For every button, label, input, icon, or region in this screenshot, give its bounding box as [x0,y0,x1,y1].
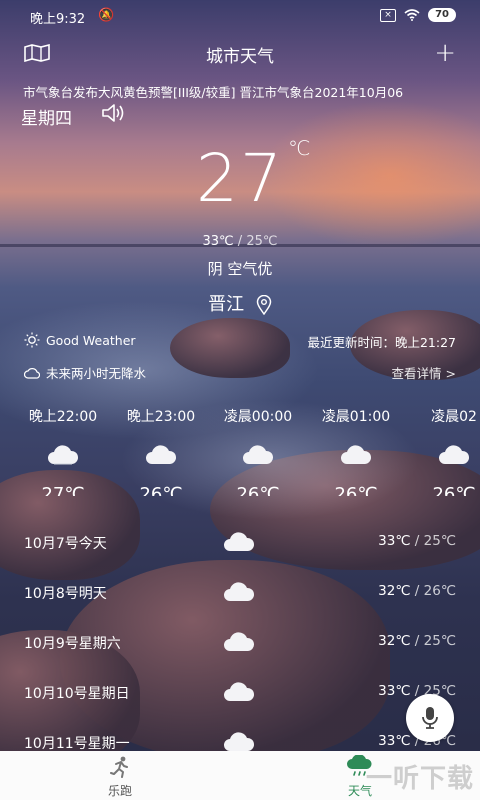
cloud-icon [224,582,255,601]
day-temp-range: 32℃ / 25℃ [378,633,456,649]
hour-temp: 26℃ [432,484,476,496]
cloud-icon [439,445,470,464]
day-low: 25℃ [423,533,456,549]
cloud-icon [224,732,255,751]
wifi-icon [404,9,420,21]
hourly-item: 凌晨00:00 26℃ [209,406,307,496]
mute-icon: 🔕 [98,8,115,23]
current-temperature: 27 ℃ [0,136,480,217]
temperature-value: 27 [196,140,284,217]
status-time: 晚上9:32 [30,12,86,27]
hour-temp: 26℃ [334,484,378,496]
day-high: 33℃ [378,733,411,749]
day-low: 26℃ [423,583,456,599]
today-temp-range: 33℃ / 25℃ [0,234,480,249]
location-pin-icon [256,294,272,316]
hourly-item: 晚上22:00 27℃ [14,406,112,496]
daily-row[interactable]: 10月9号星期六 32℃ / 25℃ [0,632,480,657]
range-separator: / [410,583,424,599]
runner-icon [110,756,128,778]
sun-icon [24,332,40,348]
weather-screen: 晚上9:32 🔕 × 70 城市天气 + 市气象台发布大风黄色预警[III级/较… [0,0,480,800]
hour-time: 晚上22:00 [28,409,98,425]
hourly-item: 凌晨02 26℃ [405,406,480,496]
day-temp-range: 32℃ / 26℃ [378,583,456,599]
temperature-unit: ℃ [288,136,313,160]
rain-forecast-text: 未来两小时无降水 [46,366,147,381]
sim-icon: × [380,8,397,22]
site-watermark: 一听下载 [365,764,474,794]
status-icons: × 70 [380,8,456,22]
view-details-link[interactable]: 查看详情 > [392,363,456,382]
daily-row[interactable]: 10月8号明天 32℃ / 26℃ [0,582,480,607]
hour-temp: 27℃ [41,484,85,496]
cloud-icon [224,682,255,701]
day-high: 33℃ [378,683,411,699]
cloud-icon [243,445,274,464]
day-high: 32℃ [378,633,411,649]
day-name: 10月7号今天 [24,536,107,552]
day-name: 10月8号明天 [24,586,107,602]
hour-time: 凌晨02 [431,409,477,425]
weather-condition: 阴 空气优 [207,260,273,278]
cloud-icon [224,632,255,651]
rock [170,318,290,378]
range-separator: / [233,234,247,249]
hourly-forecast[interactable]: 晚上22:00 27℃ 晚上23:00 26℃ 凌晨00:00 26℃ 凌晨01… [0,406,480,496]
microphone-icon [422,707,438,729]
day-name: 10月9号星期六 [24,636,121,652]
status-bar: 晚上9:32 🔕 × 70 [0,0,480,32]
app-header: 城市天气 + [0,36,480,70]
last-updated-text: 最近更新时间：晚上21:27 [307,335,456,350]
hourly-item: 晚上23:00 26℃ [112,406,210,496]
voice-button[interactable] [406,694,454,742]
hourly-item: 凌晨01:00 26℃ [307,406,405,496]
cloud-icon [224,532,255,551]
cloud-icon [146,445,177,464]
today-low: 25℃ [246,234,278,249]
tab-run-label: 乐跑 [107,784,132,798]
day-low: 25℃ [423,633,456,649]
day-high: 32℃ [378,583,411,599]
hour-temp: 26℃ [139,484,183,496]
range-separator: / [410,533,424,549]
daily-row[interactable]: 10月7号今天 33℃ / 25℃ [0,532,480,557]
page-title: 城市天气 [206,47,274,67]
city-selector[interactable]: 晋江 [0,290,480,316]
raindrop-icon [24,367,40,379]
cloud-icon [341,445,372,464]
day-high: 33℃ [378,533,411,549]
speaker-icon[interactable] [101,103,127,127]
day-name: 10月10号星期日 [24,686,130,702]
range-separator: / [410,633,424,649]
cloud-icon [48,445,79,465]
tab-run[interactable]: 乐跑 [80,755,160,799]
day-name: 10月11号星期一 [24,736,130,752]
city-name: 晋江 [208,294,245,315]
today-high: 33℃ [202,234,234,249]
battery-indicator: 70 [428,8,456,22]
hour-temp: 26℃ [236,484,280,496]
good-weather-label: Good Weather [46,332,136,348]
hour-time: 晚上23:00 [126,409,196,425]
day-temp-range: 33℃ / 25℃ [378,533,456,549]
hour-time: 凌晨01:00 [321,409,391,425]
daily-row[interactable]: 10月10号星期日 33℃ / 25℃ [0,682,480,707]
weekday-label: 星期四 [21,109,72,129]
add-city-button[interactable]: + [434,38,456,68]
hour-time: 凌晨00:00 [223,409,293,425]
weather-alert-marquee[interactable]: 市气象台发布大风黄色预警[III级/较重] 晋江市气象台2021年10月06 [23,82,463,101]
